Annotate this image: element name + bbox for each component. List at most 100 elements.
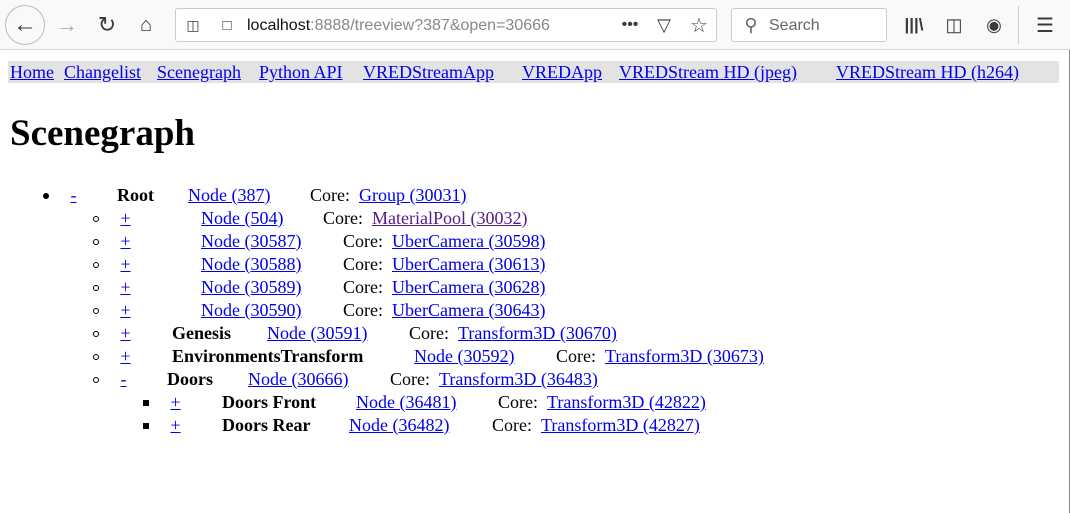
- toggle-link[interactable]: +: [110, 277, 141, 298]
- core-label: Core:: [310, 185, 350, 205]
- home-icon[interactable]: ⌂: [133, 12, 159, 38]
- core-label: Core:: [343, 231, 383, 251]
- tree-row: + EnvironmentsTransform Node (30592) Core: T…: [0, 346, 1000, 369]
- node-link[interactable]: Node (30587): [201, 231, 301, 252]
- core-link[interactable]: UberCamera (30628): [392, 277, 545, 298]
- core-link[interactable]: Transform3D (42827): [541, 415, 700, 436]
- core-label: Core:: [409, 323, 449, 343]
- nav-vredstream-jpeg[interactable]: VREDStream HD (jpeg): [619, 62, 797, 83]
- page-title: Scenegraph: [10, 113, 195, 154]
- node-link[interactable]: Node (36481): [356, 392, 456, 413]
- toggle-link[interactable]: +: [160, 392, 191, 413]
- bullet-icon: [93, 308, 99, 314]
- account-icon[interactable]: ◉: [982, 13, 1006, 37]
- node-name: Root: [117, 185, 154, 205]
- bullet-icon: [93, 377, 99, 383]
- sidebar-icon[interactable]: ◫: [942, 13, 966, 37]
- node-name: Doors Rear: [222, 415, 311, 435]
- core-label: Core:: [492, 415, 532, 435]
- core-label: Core:: [556, 346, 596, 366]
- tree-row: + Doors Front Node (36481) Core: Transform3D…: [0, 392, 1000, 415]
- node-link[interactable]: Node (30588): [201, 254, 301, 275]
- nav-python-api[interactable]: Python API: [259, 62, 343, 83]
- url-text[interactable]: localhost:8888/treeview?387&open=30666: [247, 17, 550, 35]
- url-bar[interactable]: ◫ □ localhost:8888/treeview?387&open=306…: [175, 8, 717, 42]
- tree-row: - Root Node (387) Core: Group (30031): [0, 185, 1000, 208]
- node-name: Genesis: [172, 323, 232, 343]
- bullet-icon: [93, 239, 99, 245]
- toggle-link[interactable]: +: [110, 231, 141, 252]
- tree-row: + Node (30587) Core: UberCamera (30598): [0, 231, 1000, 254]
- bullet-icon: [93, 354, 99, 360]
- core-link[interactable]: Transform3D (30673): [605, 346, 764, 367]
- tree-row: + Node (504) Core: MaterialPool (30032): [0, 208, 1000, 231]
- core-link[interactable]: Transform3D (42822): [547, 392, 706, 413]
- tree-row: + Node (30588) Core: UberCamera (30613): [0, 254, 1000, 277]
- node-link[interactable]: Node (30592): [414, 346, 514, 367]
- nav-vredstream-h264[interactable]: VREDStream HD (h264): [836, 62, 1019, 83]
- core-label: Core:: [323, 208, 363, 228]
- toggle-link[interactable]: +: [110, 300, 141, 321]
- nav-bar: Home Changelist Scenegraph Python API VR…: [8, 61, 1059, 83]
- core-label: Core:: [343, 254, 383, 274]
- core-label: Core:: [498, 392, 538, 412]
- tree-row: + Node (30589) Core: UberCamera (30628): [0, 277, 1000, 300]
- url-path: :8888/treeview?387&open=30666: [310, 17, 550, 34]
- toggle-link[interactable]: -: [110, 369, 137, 390]
- url-host: localhost: [247, 17, 311, 34]
- search-input[interactable]: ⚲ Search: [731, 8, 887, 42]
- node-name: Doors: [167, 369, 213, 389]
- bullet-icon: [93, 285, 99, 291]
- browser-toolbar: ← → ↻ ⌂ ◫ □ localhost:8888/treeview?387&…: [0, 0, 1070, 50]
- pocket-icon[interactable]: ▽: [653, 15, 675, 35]
- node-link[interactable]: Node (30590): [201, 300, 301, 321]
- node-link[interactable]: Node (30591): [267, 323, 367, 344]
- toggle-link[interactable]: +: [110, 323, 141, 344]
- search-placeholder: Search: [769, 17, 820, 34]
- core-link[interactable]: Transform3D (30670): [458, 323, 617, 344]
- more-icon[interactable]: •••: [619, 15, 641, 35]
- core-link[interactable]: MaterialPool (30032): [372, 208, 527, 229]
- core-link[interactable]: UberCamera (30643): [392, 300, 545, 321]
- toolbar-divider: [1018, 6, 1019, 44]
- node-link[interactable]: Node (387): [188, 185, 270, 206]
- page-icon: □: [222, 16, 232, 34]
- bullet-icon: [93, 216, 99, 222]
- search-icon: ⚲: [744, 14, 758, 35]
- bullet-icon: [143, 423, 149, 429]
- toggle-link[interactable]: -: [60, 185, 87, 206]
- nav-scenegraph[interactable]: Scenegraph: [157, 62, 241, 83]
- core-label: Core:: [343, 300, 383, 320]
- forward-icon[interactable]: →: [54, 12, 80, 38]
- node-link[interactable]: Node (504): [201, 208, 283, 229]
- bookmark-star-icon[interactable]: ☆: [688, 14, 710, 37]
- core-link[interactable]: UberCamera (30598): [392, 231, 545, 252]
- toggle-link[interactable]: +: [110, 254, 141, 275]
- core-label: Core:: [343, 277, 383, 297]
- nav-vredstreamapp[interactable]: VREDStreamApp: [363, 62, 494, 83]
- core-label: Core:: [390, 369, 430, 389]
- nav-vredapp[interactable]: VREDApp: [522, 62, 602, 83]
- tree-row: - Doors Node (30666) Core: Transform3D (3648…: [0, 369, 1000, 392]
- bullet-icon: [43, 193, 49, 199]
- back-icon[interactable]: ←: [5, 5, 45, 45]
- node-link[interactable]: Node (36482): [349, 415, 449, 436]
- node-link[interactable]: Node (30589): [201, 277, 301, 298]
- toggle-link[interactable]: +: [160, 415, 191, 436]
- toggle-link[interactable]: +: [110, 208, 141, 229]
- core-link[interactable]: UberCamera (30613): [392, 254, 545, 275]
- node-link[interactable]: Node (30666): [248, 369, 348, 390]
- menu-icon[interactable]: ☰: [1033, 13, 1057, 37]
- bullet-icon: [93, 262, 99, 268]
- library-icon[interactable]: |||\: [902, 13, 926, 37]
- node-name: Doors Front: [222, 392, 317, 412]
- shield-icon[interactable]: ◫: [184, 16, 202, 34]
- core-link[interactable]: Group (30031): [359, 185, 466, 206]
- nav-home[interactable]: Home: [10, 62, 54, 83]
- tree-row: + Genesis Node (30591) Core: Transform3D (30…: [0, 323, 1000, 346]
- reload-icon[interactable]: ↻: [94, 12, 120, 38]
- nav-changelist[interactable]: Changelist: [64, 62, 141, 83]
- bullet-icon: [93, 331, 99, 337]
- core-link[interactable]: Transform3D (36483): [439, 369, 598, 390]
- toggle-link[interactable]: +: [110, 346, 141, 367]
